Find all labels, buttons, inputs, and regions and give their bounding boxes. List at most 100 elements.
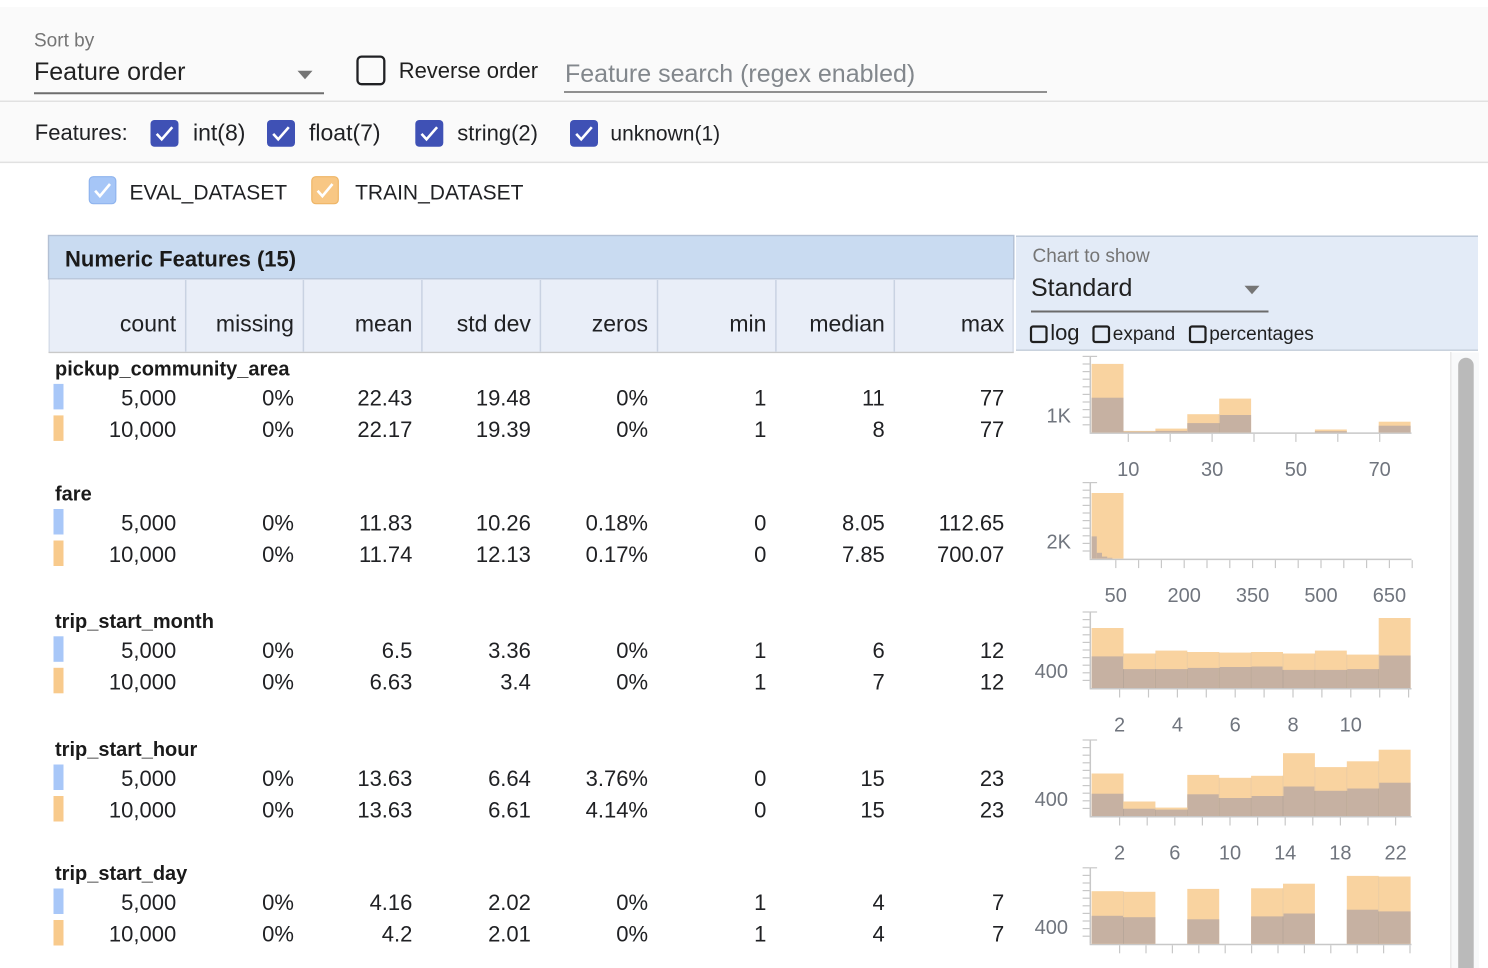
svg-text:3.4: 3.4 (500, 669, 531, 694)
svg-text:18: 18 (1329, 843, 1351, 865)
svg-text:22.17: 22.17 (357, 417, 412, 442)
svg-text:max: max (961, 311, 1005, 337)
svg-text:unknown(1): unknown(1) (610, 123, 720, 146)
svg-text:0.17%: 0.17% (586, 542, 648, 567)
svg-text:10.26: 10.26 (476, 511, 531, 536)
svg-text:200: 200 (1168, 585, 1201, 607)
svg-text:2: 2 (1114, 715, 1125, 737)
svg-text:zeros: zeros (592, 311, 648, 337)
svg-text:0%: 0% (616, 385, 648, 410)
svg-text:median: median (809, 311, 884, 337)
svg-text:expand: expand (1113, 324, 1175, 345)
svg-text:log: log (1050, 320, 1079, 345)
svg-text:4.16: 4.16 (370, 890, 413, 915)
svg-text:4.2: 4.2 (382, 922, 413, 947)
svg-text:11.74: 11.74 (359, 542, 412, 567)
svg-text:0%: 0% (616, 638, 648, 663)
svg-text:5,000: 5,000 (121, 890, 176, 915)
svg-text:4: 4 (1172, 715, 1183, 737)
svg-text:6.64: 6.64 (488, 766, 531, 791)
svg-text:string(2): string(2) (457, 121, 538, 146)
svg-text:400: 400 (1035, 789, 1068, 811)
svg-text:23: 23 (980, 766, 1004, 791)
svg-text:19.39: 19.39 (476, 417, 531, 442)
svg-text:22: 22 (1384, 843, 1406, 865)
svg-text:3.76%: 3.76% (586, 766, 648, 791)
svg-text:0%: 0% (616, 890, 648, 915)
svg-text:1: 1 (754, 638, 766, 663)
svg-text:14: 14 (1274, 843, 1296, 865)
svg-text:trip_start_day: trip_start_day (55, 863, 188, 885)
svg-text:1: 1 (754, 385, 766, 410)
svg-text:7: 7 (992, 890, 1004, 915)
svg-text:1: 1 (754, 417, 766, 442)
svg-text:77: 77 (980, 417, 1004, 442)
svg-text:50: 50 (1285, 459, 1307, 481)
svg-text:77: 77 (980, 385, 1004, 410)
svg-text:12: 12 (980, 638, 1004, 663)
svg-text:12.13: 12.13 (476, 542, 531, 567)
svg-text:2.02: 2.02 (488, 890, 531, 915)
svg-text:10,000: 10,000 (109, 417, 176, 442)
svg-text:8: 8 (1287, 715, 1298, 737)
svg-text:Features:: Features: (35, 120, 128, 145)
svg-text:12: 12 (980, 669, 1004, 694)
svg-text:5,000: 5,000 (121, 385, 176, 410)
svg-text:6: 6 (873, 638, 885, 663)
svg-text:percentages: percentages (1209, 324, 1314, 345)
svg-text:4: 4 (873, 922, 885, 947)
svg-text:0%: 0% (262, 766, 294, 791)
svg-text:7.85: 7.85 (842, 542, 885, 567)
svg-text:int(8): int(8) (193, 120, 245, 146)
svg-text:10: 10 (1340, 715, 1362, 737)
svg-text:0%: 0% (262, 798, 294, 823)
svg-text:500: 500 (1304, 585, 1337, 607)
svg-text:112.65: 112.65 (939, 511, 1005, 536)
svg-text:1: 1 (754, 669, 766, 694)
svg-text:50: 50 (1105, 585, 1127, 607)
svg-text:0: 0 (754, 766, 766, 791)
svg-text:0: 0 (754, 542, 766, 567)
svg-text:22.43: 22.43 (357, 385, 412, 410)
svg-text:11: 11 (862, 385, 885, 410)
svg-text:0%: 0% (616, 669, 648, 694)
svg-text:15: 15 (860, 766, 884, 791)
svg-text:1K: 1K (1047, 405, 1072, 427)
svg-text:8.05: 8.05 (842, 511, 885, 536)
svg-text:10: 10 (1219, 843, 1241, 865)
svg-text:2.01: 2.01 (488, 922, 531, 947)
svg-text:3.36: 3.36 (488, 638, 531, 663)
svg-text:10: 10 (1117, 459, 1139, 481)
svg-text:0%: 0% (262, 542, 294, 567)
svg-text:70: 70 (1369, 459, 1391, 481)
svg-text:23: 23 (980, 798, 1004, 823)
svg-text:missing: missing (216, 311, 294, 337)
svg-text:0%: 0% (262, 417, 294, 442)
svg-text:19.48: 19.48 (476, 385, 531, 410)
svg-text:0%: 0% (616, 417, 648, 442)
svg-text:400: 400 (1035, 917, 1068, 939)
svg-text:10,000: 10,000 (109, 798, 176, 823)
svg-text:TRAIN_DATASET: TRAIN_DATASET (355, 182, 524, 205)
svg-text:400: 400 (1035, 661, 1068, 683)
svg-text:700.07: 700.07 (937, 542, 1004, 567)
svg-text:0%: 0% (262, 922, 294, 947)
svg-text:pickup_community_area: pickup_community_area (55, 358, 290, 380)
svg-text:6: 6 (1169, 843, 1180, 865)
svg-text:0.18%: 0.18% (586, 511, 648, 536)
svg-text:2: 2 (1114, 843, 1125, 865)
svg-text:Feature search (regex enabled): Feature search (regex enabled) (565, 60, 915, 88)
svg-text:0: 0 (754, 511, 766, 536)
svg-text:5,000: 5,000 (121, 766, 176, 791)
svg-text:0%: 0% (262, 669, 294, 694)
svg-text:7: 7 (992, 922, 1004, 947)
svg-text:0: 0 (754, 798, 766, 823)
svg-text:650: 650 (1373, 585, 1406, 607)
svg-text:Chart to show: Chart to show (1033, 246, 1150, 267)
svg-text:6.5: 6.5 (382, 638, 413, 663)
svg-text:7: 7 (873, 669, 885, 694)
svg-text:0%: 0% (262, 638, 294, 663)
svg-text:11.83: 11.83 (359, 511, 412, 536)
svg-text:EVAL_DATASET: EVAL_DATASET (130, 182, 288, 205)
svg-text:1: 1 (754, 890, 766, 915)
